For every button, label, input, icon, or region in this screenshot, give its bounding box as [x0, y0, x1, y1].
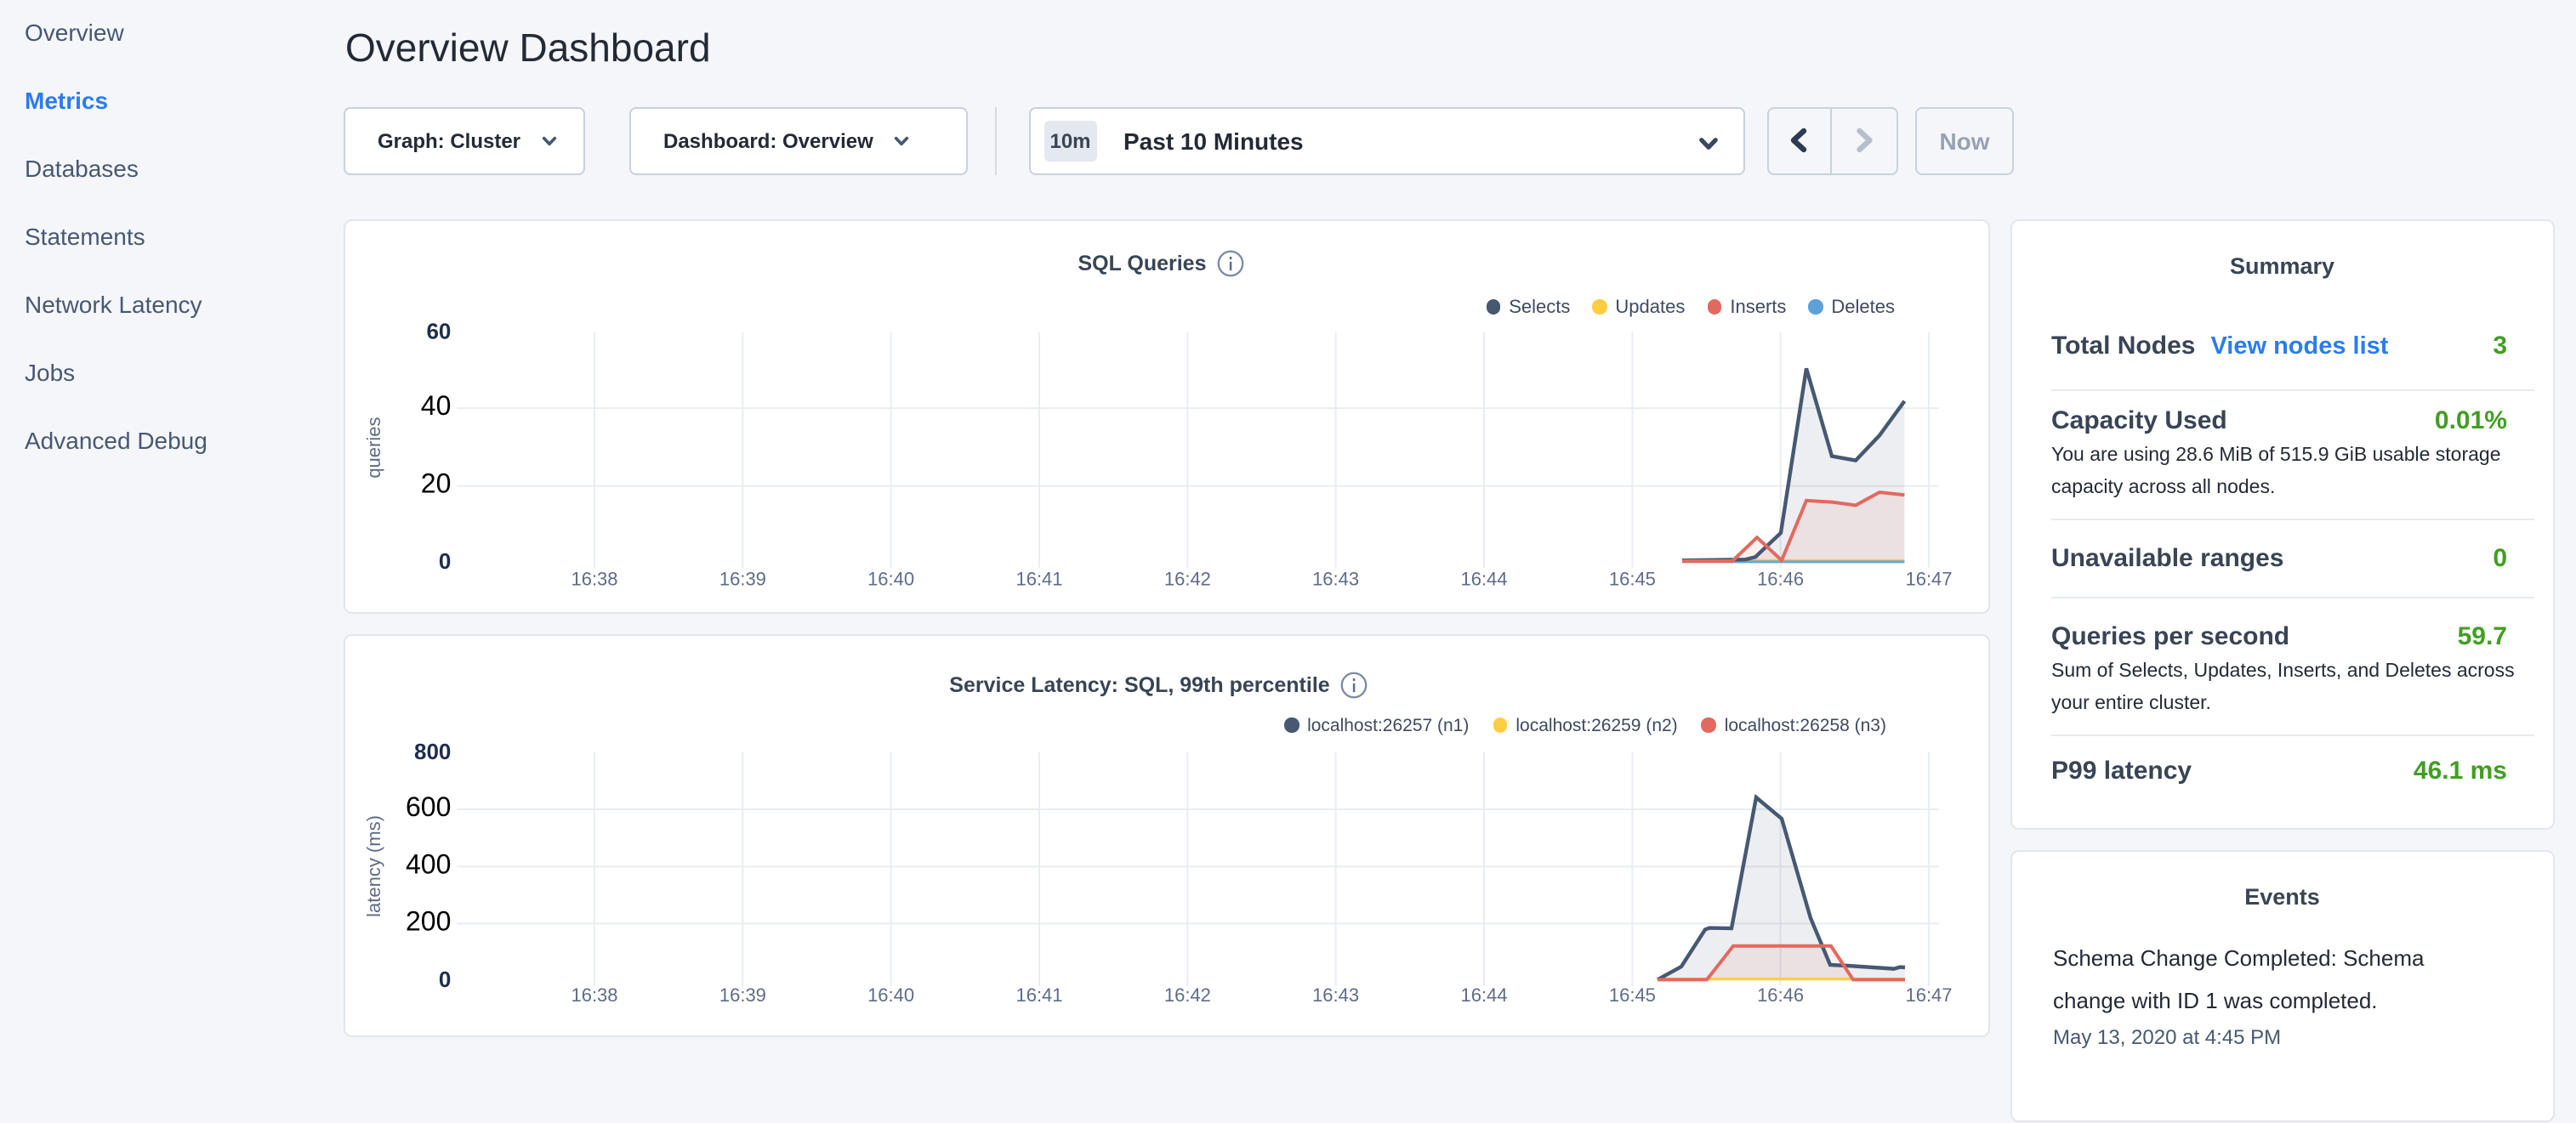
svg-text:16:38: 16:38 [571, 984, 617, 1006]
svg-text:16:47: 16:47 [1905, 568, 1952, 589]
svg-text:400: 400 [406, 848, 451, 879]
svg-text:800: 800 [414, 739, 451, 764]
svg-text:16:40: 16:40 [867, 984, 914, 1006]
svg-text:60: 60 [426, 318, 451, 343]
svg-text:0: 0 [439, 547, 451, 573]
svg-text:latency (ms): latency (ms) [363, 815, 384, 917]
svg-text:16:44: 16:44 [1460, 984, 1507, 1006]
svg-text:16:43: 16:43 [1312, 568, 1359, 589]
svg-text:20: 20 [421, 468, 452, 498]
svg-text:16:42: 16:42 [1164, 568, 1211, 589]
svg-text:16:40: 16:40 [867, 568, 914, 589]
svg-text:16:47: 16:47 [1905, 984, 1952, 1006]
svg-text:16:46: 16:46 [1757, 984, 1804, 1006]
svg-text:16:41: 16:41 [1015, 984, 1062, 1006]
svg-text:16:42: 16:42 [1164, 984, 1211, 1006]
svg-text:16:43: 16:43 [1312, 984, 1359, 1006]
svg-text:queries: queries [363, 417, 384, 478]
svg-text:16:46: 16:46 [1757, 568, 1804, 589]
svg-text:200: 200 [406, 905, 451, 936]
svg-text:0: 0 [439, 967, 451, 992]
svg-text:16:38: 16:38 [571, 568, 617, 589]
svg-text:40: 40 [421, 389, 452, 420]
svg-text:16:45: 16:45 [1609, 568, 1656, 589]
svg-text:16:44: 16:44 [1460, 568, 1507, 589]
svg-text:16:39: 16:39 [719, 984, 766, 1006]
svg-text:16:39: 16:39 [719, 568, 766, 589]
svg-text:16:41: 16:41 [1015, 568, 1062, 589]
svg-text:600: 600 [406, 791, 451, 822]
svg-text:16:45: 16:45 [1609, 984, 1656, 1006]
